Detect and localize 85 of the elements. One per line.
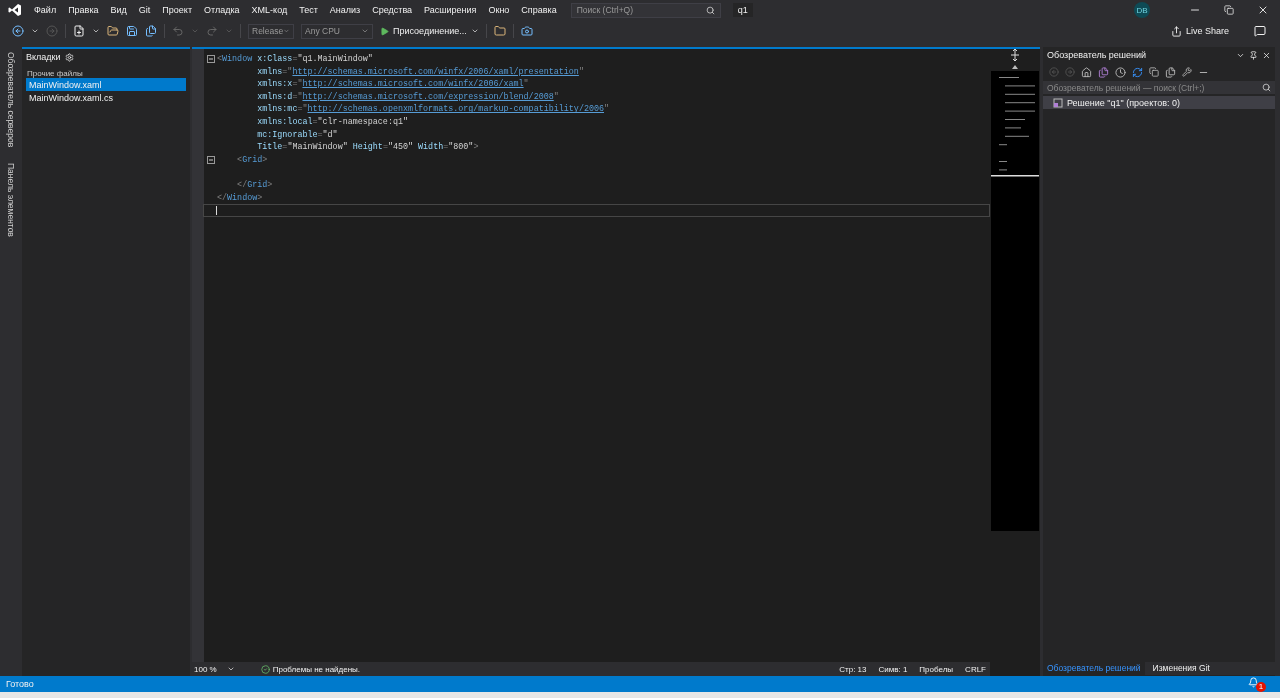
- panel-tab[interactable]: Обозреватель решений: [1043, 662, 1145, 675]
- menu-item[interactable]: Проект: [156, 5, 198, 15]
- close-icon[interactable]: [1262, 50, 1271, 60]
- check-icon[interactable]: [260, 664, 270, 674]
- menu-item[interactable]: Анализ: [323, 5, 367, 15]
- refresh-icon[interactable]: [1132, 66, 1143, 78]
- settings-icon[interactable]: [64, 52, 74, 62]
- caret-icon[interactable]: [92, 27, 100, 35]
- share-icon: [1170, 25, 1182, 37]
- solution-icon: [1053, 97, 1063, 108]
- code-line: xmlns="http://schemas.microsoft.com/winfx/2006/xaml/presentation": [256, 66, 584, 78]
- code-line: xmlns:d="http://schemas.microsoft.com/expression/blend/2008": [256, 91, 559, 103]
- menu-item[interactable]: Справка: [515, 5, 563, 15]
- collapse-all-icon[interactable]: [1149, 67, 1159, 77]
- feedback-icon[interactable]: [1254, 25, 1266, 37]
- search-icon: [1262, 83, 1271, 92]
- pin-icon[interactable]: [1249, 50, 1258, 60]
- search-field[interactable]: Поиск (Ctrl+Q): [570, 2, 721, 18]
- side-tab[interactable]: Панель элементов: [5, 160, 16, 241]
- status-text: Готово: [6, 679, 34, 689]
- panel-title: Обозреватель решений: [1047, 50, 1147, 60]
- folder-icon[interactable]: [493, 25, 506, 37]
- menu-item[interactable]: Окно: [482, 5, 516, 15]
- caret-icon[interactable]: [226, 665, 235, 673]
- search-icon: [705, 5, 715, 15]
- attach-button[interactable]: Присоединение...: [380, 26, 479, 36]
- menu-item[interactable]: XML-код: [245, 5, 294, 15]
- menu-item[interactable]: Средства: [366, 5, 419, 15]
- code-line: mc:Ignorable="d": [256, 129, 338, 141]
- code-line: xmlns:x="http://schemas.microsoft.com/winfx/2006/xaml": [256, 79, 529, 90]
- menu-item[interactable]: Git: [132, 5, 157, 15]
- restore-icon[interactable]: [1224, 5, 1234, 15]
- caret-icon: [470, 27, 479, 35]
- new-file-icon[interactable]: [73, 25, 85, 37]
- tree-item[interactable]: Решение "q1" (проектов: 0): [1043, 96, 1275, 109]
- screenshot-icon[interactable]: [520, 25, 533, 37]
- caret-icon: [283, 27, 290, 35]
- position-info[interactable]: Пробелы: [919, 664, 954, 674]
- files-icon[interactable]: [1098, 66, 1109, 78]
- side-tab[interactable]: Обозреватель серверов: [5, 49, 16, 151]
- redo-icon[interactable]: [206, 25, 218, 37]
- panel-title: Вкладки: [26, 52, 61, 62]
- position-info[interactable]: Симв: 1: [878, 664, 908, 674]
- menu-item[interactable]: Вид: [104, 5, 133, 15]
- group-label: Прочие файлы: [26, 69, 84, 78]
- menu-item[interactable]: Файл: [28, 5, 63, 15]
- split-icon[interactable]: [1010, 49, 1020, 61]
- caret-icon[interactable]: [31, 27, 39, 35]
- code-line: Title="MainWindow" Height="450" Width="800">: [256, 142, 479, 153]
- code-line: </Grid>: [236, 179, 273, 191]
- zoom-level[interactable]: 100 %: [194, 664, 217, 674]
- position-info[interactable]: Стр: 13: [839, 664, 867, 674]
- code-line: xmlns:local="clr-namespace:q1": [256, 116, 408, 128]
- live-share-button[interactable]: Live Share: [1170, 25, 1229, 37]
- code-line: xmlns:mc="http://schemas.openxmlformats.org/markup-compatibility/2006": [256, 104, 610, 115]
- problems-status[interactable]: Проблемы не найдены.: [272, 664, 361, 674]
- menu-item[interactable]: Тест: [293, 5, 324, 15]
- menu-item[interactable]: Расширения: [418, 5, 483, 15]
- file-item[interactable]: MainWindow.xaml: [26, 78, 186, 91]
- collapse-icon[interactable]: [207, 55, 215, 64]
- text-cursor: [216, 205, 217, 215]
- clock-icon[interactable]: [1115, 66, 1126, 78]
- position-info[interactable]: CRLF: [965, 664, 986, 674]
- solution-name: q1: [732, 3, 753, 17]
- caret-icon: [361, 27, 369, 35]
- account-avatar[interactable]: DB: [1134, 2, 1150, 18]
- logo-icon: [8, 3, 22, 17]
- menu-item[interactable]: Отладка: [198, 5, 246, 15]
- collapse-icon[interactable]: [207, 156, 215, 165]
- undo-icon[interactable]: [172, 25, 184, 37]
- code-line: </Window>: [217, 192, 263, 204]
- close-icon[interactable]: [1257, 4, 1269, 16]
- show-all-icon[interactable]: [1165, 66, 1176, 78]
- back-icon[interactable]: [12, 25, 24, 37]
- save-all-icon[interactable]: [145, 25, 157, 37]
- code-line: <Grid>: [236, 154, 268, 166]
- code-line: <Window x:Class="q1.MainWindow": [217, 54, 373, 65]
- search-field[interactable]: Обозреватель решений — поиск (Ctrl+;): [1043, 81, 1275, 94]
- home-icon[interactable]: [1081, 66, 1092, 78]
- file-item[interactable]: MainWindow.xaml.cs: [26, 91, 186, 104]
- play-icon: [380, 26, 389, 36]
- save-icon[interactable]: [126, 25, 138, 37]
- folder-icon[interactable]: [107, 25, 119, 37]
- wrench-icon[interactable]: [1182, 67, 1192, 77]
- menu-item[interactable]: Правка: [62, 5, 105, 15]
